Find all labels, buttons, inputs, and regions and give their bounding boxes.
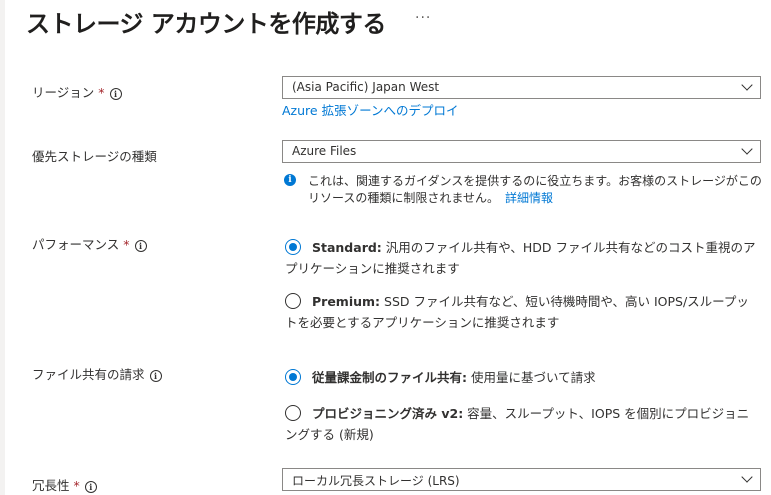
option-title: Standard: bbox=[312, 240, 382, 255]
required-marker: * bbox=[123, 237, 130, 252]
page-title: ストレージ アカウントを作成する bbox=[26, 10, 386, 38]
info-icon[interactable]: i bbox=[149, 370, 162, 382]
learn-more-link[interactable]: 詳細情報 bbox=[505, 191, 553, 205]
performance-standard-option[interactable]: Standard: 汎用のファイル共有や、HDD ファイル共有などのコスト重視の… bbox=[285, 237, 761, 279]
billing-provisioned-option[interactable]: プロビジョニング済み v2: 容量、スループット、IOPS を個別にプロビジョニ… bbox=[285, 403, 761, 445]
chevron-down-icon bbox=[741, 471, 753, 483]
billing-label: ファイル共有の請求 i bbox=[32, 364, 162, 383]
region-label: リージョン * i bbox=[32, 82, 122, 101]
info-icon[interactable]: i bbox=[109, 88, 122, 100]
primary-storage-value: Azure Files bbox=[292, 144, 357, 158]
primary-storage-info: これは、関連するガイダンスを提供するのに役立ちます。お客様のストレージがこのリソ… bbox=[308, 173, 763, 207]
redundancy-label: 冗長性 * i bbox=[32, 475, 97, 494]
left-edge bbox=[0, 0, 5, 495]
required-marker: * bbox=[73, 478, 80, 493]
info-icon[interactable]: i bbox=[84, 481, 97, 493]
primary-storage-dropdown[interactable]: Azure Files bbox=[282, 140, 761, 163]
required-marker: * bbox=[98, 85, 105, 100]
region-dropdown[interactable]: (Asia Pacific) Japan West bbox=[282, 76, 761, 99]
primary-storage-label: 優先ストレージの種類 bbox=[32, 149, 157, 164]
region-label-text: リージョン bbox=[32, 85, 95, 100]
chevron-down-icon bbox=[741, 143, 753, 155]
billing-label-text: ファイル共有の請求 bbox=[32, 367, 145, 382]
performance-premium-option[interactable]: Premium: SSD ファイル共有など、短い待機時間や、高い IOPS/スル… bbox=[285, 291, 761, 333]
performance-label: パフォーマンス * i bbox=[32, 234, 147, 253]
option-title: Premium: bbox=[312, 294, 381, 309]
more-icon[interactable]: ··· bbox=[415, 10, 431, 26]
option-title: プロビジョニング済み v2: bbox=[312, 406, 464, 421]
redundancy-value: ローカル冗長ストレージ (LRS) bbox=[292, 474, 460, 488]
billing-payg-option[interactable]: 従量課金制のファイル共有: 使用量に基づいて請求 bbox=[285, 367, 761, 388]
chevron-down-icon bbox=[741, 79, 753, 91]
performance-label-text: パフォーマンス bbox=[32, 237, 120, 252]
option-description: 使用量に基づいて請求 bbox=[467, 370, 596, 385]
info-icon[interactable]: i bbox=[134, 240, 147, 252]
redundancy-label-text: 冗長性 bbox=[32, 478, 70, 493]
region-value: (Asia Pacific) Japan West bbox=[292, 80, 440, 94]
option-title: 従量課金制のファイル共有: bbox=[312, 370, 467, 385]
redundancy-dropdown[interactable]: ローカル冗長ストレージ (LRS) bbox=[282, 468, 761, 491]
extended-zone-link[interactable]: Azure 拡張ゾーンへのデプロイ bbox=[282, 100, 458, 119]
info-icon: i bbox=[284, 174, 296, 186]
